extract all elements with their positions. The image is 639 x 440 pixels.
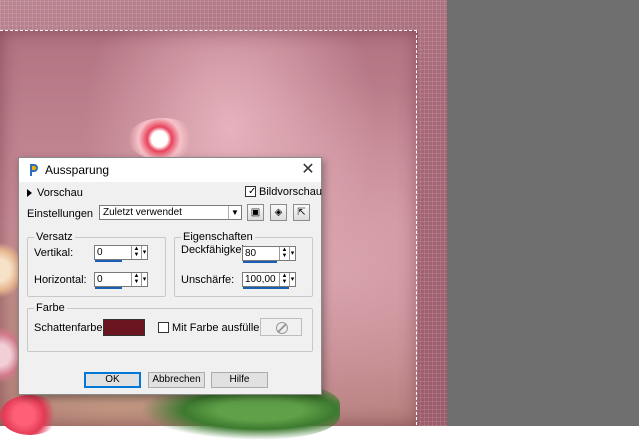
chevron-down-icon[interactable]: ▾ [141,273,147,286]
chevron-down-icon[interactable]: ▾ [289,273,295,286]
spin-arrows-icon[interactable]: ▲ ▼ [279,273,289,286]
opacity-label: Deckfähigkeit: [181,244,251,256]
preview-label: Vorschau [37,187,83,199]
vertical-indicator [95,260,122,262]
fill-with-color-checkbox[interactable] [158,322,169,333]
horizontal-value: 0 [97,274,103,285]
preview-expander[interactable]: Vorschau [27,187,83,199]
horizontal-label: Horizontal: [34,274,87,286]
save-preset-button[interactable]: ▣ [247,204,264,221]
blur-stepper[interactable]: 100,00 ▲ ▼ ▾ [242,272,296,289]
shadow-color-swatch[interactable] [103,319,145,336]
chevron-down-icon[interactable]: ▾ [289,247,295,260]
horizontal-stepper[interactable]: 0 ▲ ▼ ▾ [94,272,148,289]
vertical-label: Vertikal: [34,247,74,259]
ok-button[interactable]: OK [84,372,141,388]
close-icon: ✕ [301,161,315,178]
image-preview-label: Bildvorschau [259,186,322,198]
reset-cube-icon: ◈ [274,207,283,218]
fill-color-swatch [260,318,302,336]
settings-label: Einstellungen [27,208,94,220]
dialog-titlebar[interactable]: Aussparung ✕ [19,158,321,182]
image-preview-checkbox[interactable]: ✓ [245,186,256,197]
chevron-down-icon[interactable]: ▼ [228,206,241,219]
blur-value: 100,00 [245,274,276,285]
blur-label: Unschärfe: [181,274,235,286]
save-preset-icon: ▣ [250,207,261,218]
cutout-dialog: Aussparung ✕ Vorschau ✓ Bildvorschau Ein… [18,157,322,395]
color-legend: Farbe [34,302,67,314]
vertical-stepper[interactable]: 0 ▲ ▼ ▾ [94,245,148,262]
blur-indicator [243,287,289,289]
opacity-stepper[interactable]: 80 ▲ ▼ ▾ [242,246,296,263]
spin-arrows-icon[interactable]: ▲ ▼ [131,246,141,259]
offset-legend: Versatz [34,231,75,243]
help-button[interactable]: Hilfe [211,372,268,388]
cancel-button[interactable]: Abbrechen [148,372,205,388]
paintshop-pro-icon [30,164,38,176]
reset-preset-button[interactable]: ◈ [270,204,287,221]
opacity-indicator [243,261,277,263]
settings-value: Zuletzt verwendet [103,207,182,218]
properties-legend: Eigenschaften [181,231,255,243]
load-preset-icon: ⇱ [297,207,306,218]
no-color-icon [276,322,288,334]
chevron-down-icon[interactable]: ▾ [141,246,147,259]
horizontal-indicator [95,287,122,289]
close-button[interactable]: ✕ [299,161,317,179]
opacity-value: 80 [245,248,257,259]
dialog-title: Aussparung [45,163,110,177]
load-preset-button[interactable]: ⇱ [293,204,310,221]
spin-arrows-icon[interactable]: ▲ ▼ [279,247,289,260]
expand-arrow-icon [27,189,32,198]
vertical-value: 0 [97,247,103,258]
shadow-color-label: Schattenfarbe: [34,322,106,334]
settings-select[interactable]: Zuletzt verwendet ▼ [99,205,242,220]
checkmark-icon: ✓ [248,186,257,197]
spin-arrows-icon[interactable]: ▲ ▼ [131,273,141,286]
fill-with-color-label: Mit Farbe ausfüllen: [172,322,269,334]
